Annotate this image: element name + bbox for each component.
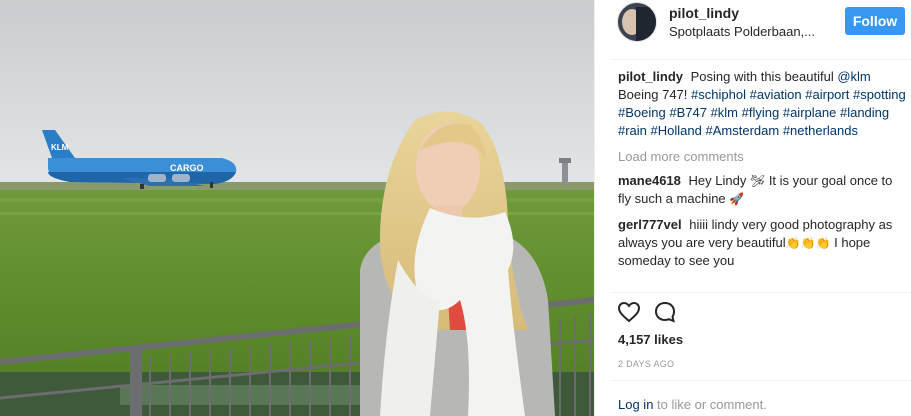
- airplane-emoji-icon: 🛩: [749, 174, 766, 188]
- caption-tag[interactable]: #flying: [742, 105, 780, 120]
- post-date: 2 DAYS AGO: [618, 359, 675, 369]
- caption-tag[interactable]: #Boeing: [618, 105, 666, 120]
- login-link[interactable]: Log in: [618, 397, 653, 412]
- caption-text: Posing with this beautiful: [690, 69, 834, 84]
- fuselage-text: CARGO: [170, 163, 204, 173]
- caption-tag[interactable]: #schiphol: [691, 87, 746, 102]
- comment-item: mane4618 Hey Lindy 🛩 It is your goal onc…: [618, 172, 906, 208]
- header-username[interactable]: pilot_lindy: [669, 5, 739, 21]
- actions-divider: [611, 292, 911, 293]
- caption-tag[interactable]: #airport: [805, 87, 849, 102]
- caption: pilot_lindy Posing with this beautiful @…: [618, 68, 906, 140]
- caption-tag[interactable]: #rain: [618, 123, 647, 138]
- post-header: pilot_lindy Spotplaats Polderbaan,... Fo…: [595, 0, 911, 44]
- caption-tag[interactable]: #aviation: [750, 87, 802, 102]
- caption-tag[interactable]: #B747: [669, 105, 707, 120]
- post-sidebar: pilot_lindy Spotplaats Polderbaan,... Fo…: [594, 0, 911, 416]
- caption-tag[interactable]: #klm: [711, 105, 738, 120]
- load-more-comments-button[interactable]: Load more comments: [618, 148, 906, 166]
- post-photo[interactable]: KLM CARGO: [0, 0, 594, 416]
- header-divider: [611, 59, 911, 60]
- caption-tag[interactable]: #Amsterdam: [706, 123, 780, 138]
- control-tower: [562, 160, 568, 184]
- login-prompt-text: to like or comment.: [657, 397, 767, 412]
- photo-scene: KLM CARGO: [0, 0, 594, 416]
- caption-tag[interactable]: #spotting: [853, 87, 906, 102]
- airline-logo-text: KLM: [51, 143, 69, 152]
- caption-author[interactable]: pilot_lindy: [618, 69, 683, 84]
- follow-button[interactable]: Follow: [845, 7, 905, 35]
- comments-section[interactable]: pilot_lindy Posing with this beautiful @…: [618, 68, 906, 290]
- avatar[interactable]: [617, 2, 657, 42]
- caption-tag[interactable]: #landing: [840, 105, 889, 120]
- header-location[interactable]: Spotplaats Polderbaan,...: [669, 24, 815, 39]
- caption-tag[interactable]: #netherlands: [783, 123, 858, 138]
- comment-item: gerl777vel hiiii lindy very good photogr…: [618, 216, 906, 270]
- caption-tag[interactable]: #airplane: [783, 105, 837, 120]
- comment-bubble-icon[interactable]: [653, 300, 677, 324]
- comment-author[interactable]: mane4618: [618, 173, 681, 188]
- caption-tag[interactable]: #Holland: [651, 123, 702, 138]
- caption-tag[interactable]: @klm: [837, 69, 870, 84]
- heart-icon[interactable]: [617, 300, 641, 324]
- rocket-emoji-icon: 🚀: [729, 192, 745, 206]
- footer-divider: [611, 380, 911, 381]
- comment-text: Hey Lindy: [688, 173, 747, 188]
- post-actions: [617, 300, 737, 324]
- clapping-emoji-icon: 👏👏👏: [785, 236, 831, 250]
- comment-author[interactable]: gerl777vel: [618, 217, 682, 232]
- login-prompt: Log in to like or comment.: [618, 397, 767, 412]
- caption-text-2: Boeing 747!: [618, 87, 688, 102]
- likes-count[interactable]: 4,157 likes: [618, 332, 683, 347]
